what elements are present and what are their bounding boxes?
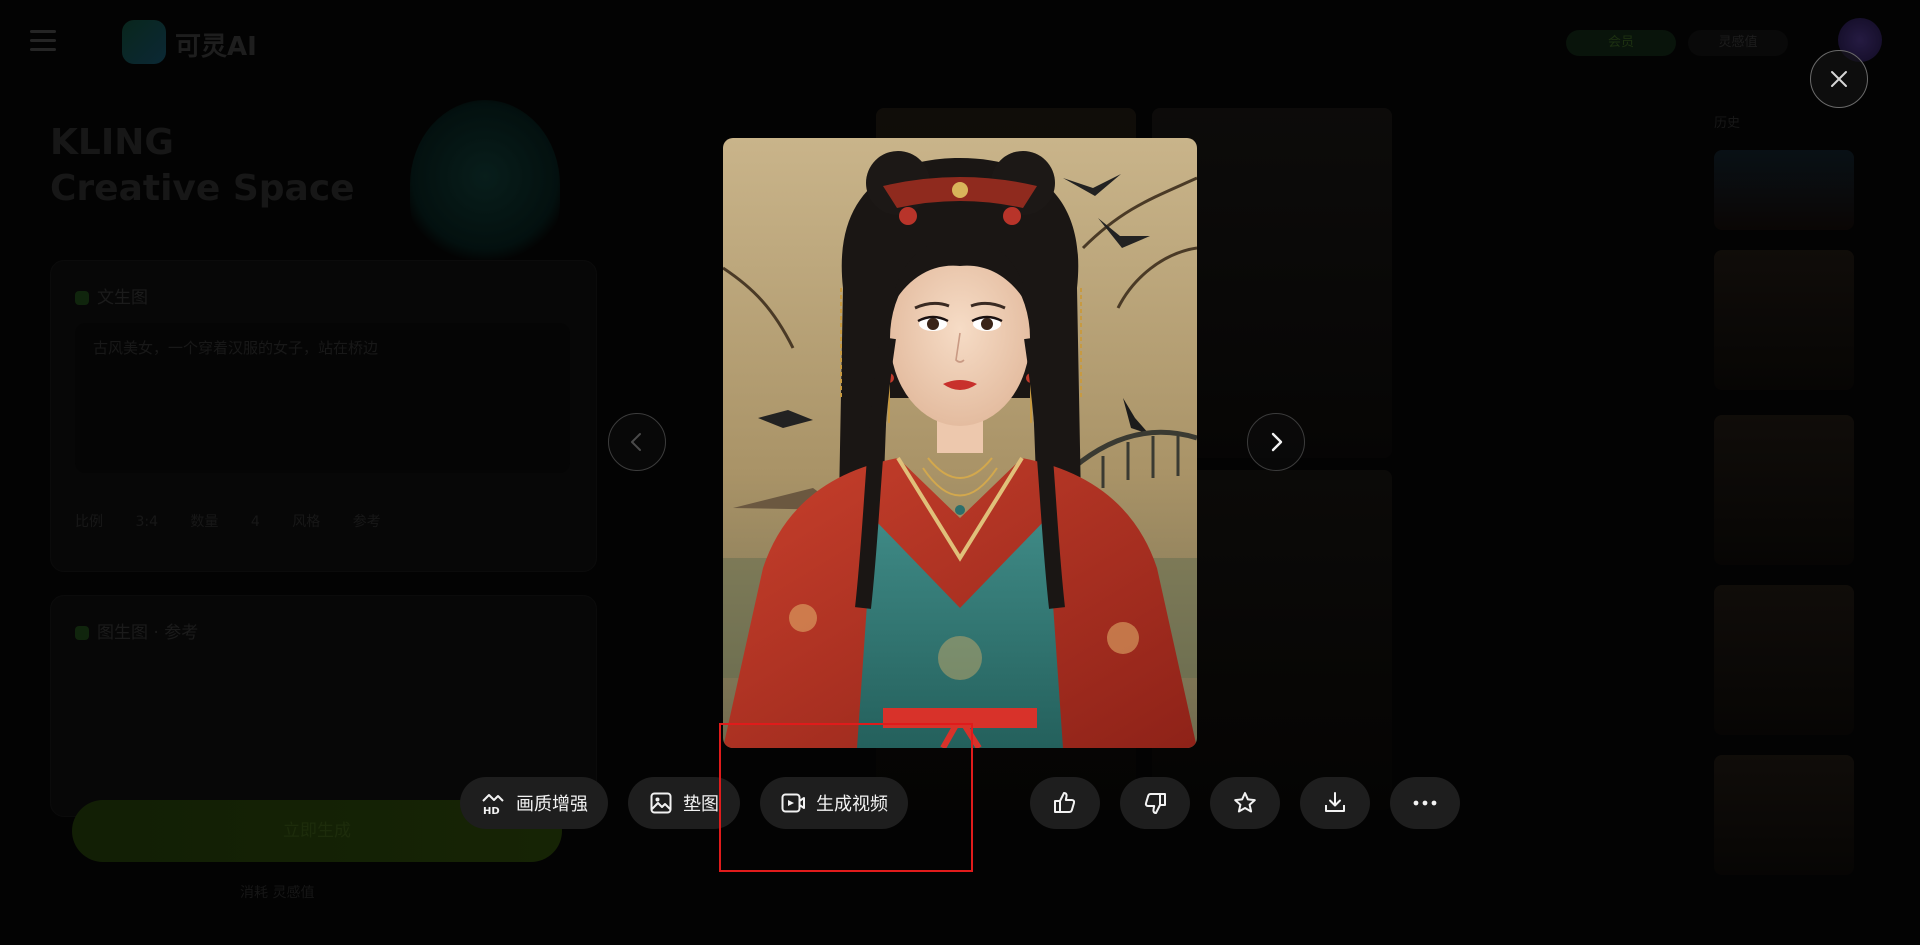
star-icon — [1234, 792, 1256, 813]
next-image-button[interactable] — [1247, 413, 1305, 471]
reference-image-label: 垫图 — [683, 794, 719, 815]
download-icon — [1325, 792, 1345, 812]
reference-image-button[interactable]: 垫图 — [628, 777, 740, 829]
svg-text:HD: HD — [483, 806, 500, 816]
dislike-button[interactable] — [1120, 777, 1190, 829]
generate-video-button[interactable]: 生成视频 — [760, 777, 908, 829]
hd-enhance-label: 画质增强 — [516, 794, 588, 815]
thumbs-up-icon — [1054, 792, 1076, 813]
previous-image-button[interactable] — [608, 413, 666, 471]
hd-icon: HD — [482, 794, 504, 816]
video-icon — [781, 793, 805, 813]
generated-image — [723, 138, 1197, 748]
chevron-left-icon — [631, 433, 641, 451]
hd-enhance-button[interactable]: HD 画质增强 — [460, 777, 608, 829]
thumbs-down-icon — [1144, 793, 1166, 814]
close-button[interactable] — [1810, 50, 1868, 108]
more-icon — [1413, 800, 1437, 806]
generate-video-label: 生成视频 — [816, 794, 888, 815]
like-button[interactable] — [1030, 777, 1100, 829]
favorite-button[interactable] — [1210, 777, 1280, 829]
download-button[interactable] — [1300, 777, 1370, 829]
chevron-right-icon — [1271, 432, 1283, 452]
image-icon — [650, 792, 672, 814]
close-icon — [1831, 71, 1847, 87]
more-button[interactable] — [1390, 777, 1460, 829]
